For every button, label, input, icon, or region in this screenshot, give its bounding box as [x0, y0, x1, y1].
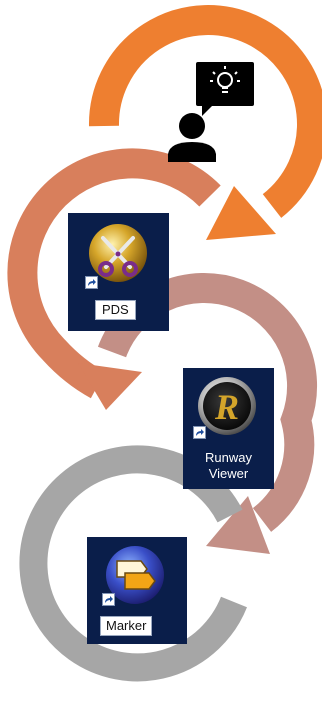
app-label: Marker [100, 616, 153, 636]
person-icon [168, 113, 216, 162]
shortcut-arrow-icon [85, 276, 98, 289]
runway-viewer-shortcut-tile[interactable]: R Runway Viewer [183, 368, 274, 489]
svg-text:R: R [214, 387, 239, 427]
marker-shortcut-tile[interactable]: Marker [87, 537, 187, 644]
app-label: Runway Viewer [205, 450, 252, 481]
shortcut-arrow-icon [193, 426, 206, 439]
shortcut-arrow-icon [102, 593, 115, 606]
pds-shortcut-tile[interactable]: PDS [68, 213, 169, 331]
workflow-diagram: PDS R Runway Viewer Marker [0, 0, 322, 708]
app-label: PDS [95, 300, 136, 320]
person-idea-icon [168, 62, 254, 162]
